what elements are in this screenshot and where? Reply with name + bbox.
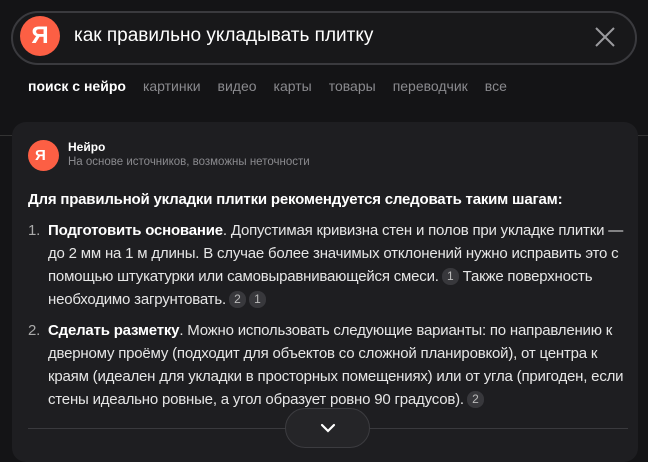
tab-video[interactable]: видео [218,78,257,94]
chevron-down-icon [320,423,336,433]
answer-heading: Для правильной укладки плитки рекомендуе… [28,191,563,208]
source-ref[interactable]: 1 [248,291,266,308]
list-item: 1. Подготовить основание. Допустимая кри… [28,222,624,308]
answer-content: Для правильной укладки плитки рекомендуе… [28,188,628,419]
neiro-logo-icon: Я [28,140,59,171]
list-item: 2. Сделать разметку. Можно использовать … [28,322,624,408]
neiro-title: Нейро [68,140,106,154]
close-icon[interactable] [594,26,616,48]
search-input[interactable]: как правильно укладывать плитку [74,25,373,47]
tab-translator[interactable]: переводчик [393,78,468,94]
tab-products[interactable]: товары [329,78,376,94]
source-ref[interactable]: 2 [228,291,246,308]
yandex-logo[interactable]: Я [20,16,60,56]
expand-button[interactable] [285,408,370,448]
search-tabs: поиск с нейро картинки видео карты товар… [28,78,507,94]
tab-neiro[interactable]: поиск с нейро [28,78,126,94]
source-ref[interactable]: 1 [441,268,459,285]
source-ref[interactable]: 2 [466,391,484,408]
neiro-subtitle: На основе источников, возможны неточност… [68,156,310,168]
tab-maps[interactable]: карты [274,78,312,94]
tab-images[interactable]: картинки [143,78,201,94]
tab-all[interactable]: все [485,78,507,94]
